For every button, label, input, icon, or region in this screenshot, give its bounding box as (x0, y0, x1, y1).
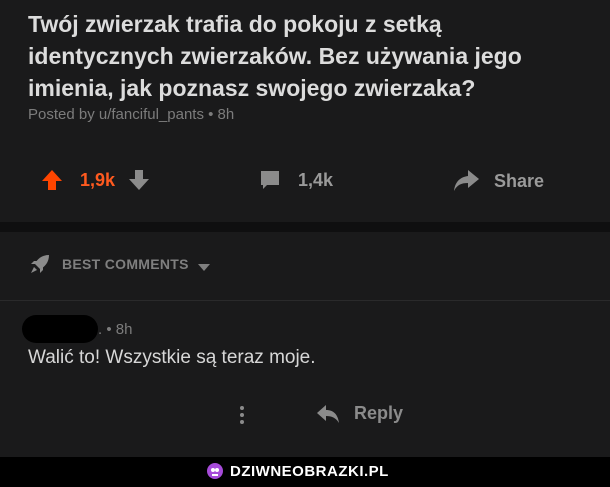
redacted-username (22, 315, 98, 343)
comment-icon (258, 168, 282, 192)
downvote-icon[interactable] (127, 168, 151, 192)
reply-label: Reply (354, 403, 404, 423)
comment-meta: . • 8h (98, 321, 133, 338)
post-actions: 1,9k 1,4k Share (0, 162, 610, 200)
reply-icon (316, 404, 340, 424)
comments-count: 1,4k (298, 169, 334, 190)
sort-dropdown[interactable]: BEST COMMENTS (28, 252, 211, 276)
more-vertical-icon[interactable] (234, 403, 250, 427)
comments-button[interactable]: 1,4k (258, 168, 333, 192)
section-divider (0, 222, 610, 232)
reply-button[interactable]: Reply (316, 403, 403, 424)
watermark-text: DZIWNEOBRAZKI.PL (230, 462, 389, 480)
share-icon (452, 168, 480, 194)
sort-label: BEST COMMENTS (62, 256, 189, 272)
upvote-icon[interactable] (40, 168, 64, 192)
comment-body: Walić to! Wszystkie są teraz moje. (28, 347, 316, 368)
comment: . • 8h Walić to! Wszystkie są teraz moje… (0, 301, 610, 457)
vote-score: 1,9k (80, 169, 116, 190)
post-header: Twój zwierzak trafia do pokoju z setką i… (0, 0, 610, 222)
comment-actions: Reply (0, 397, 610, 431)
watermark-logo-icon (206, 462, 224, 480)
share-label: Share (494, 170, 545, 191)
watermark: DZIWNEOBRAZKI.PL (206, 462, 389, 480)
post-meta[interactable]: Posted by u/fanciful_pants • 8h (28, 106, 234, 123)
sort-bar: BEST COMMENTS (0, 232, 610, 301)
chevron-down-icon (197, 259, 211, 271)
vote-group: 1,9k (40, 168, 151, 192)
watermark-bar: DZIWNEOBRAZKI.PL (0, 457, 610, 487)
rocket-icon (28, 252, 52, 276)
share-button[interactable]: Share (452, 168, 544, 194)
post-title[interactable]: Twój zwierzak trafia do pokoju z setką i… (28, 8, 588, 104)
